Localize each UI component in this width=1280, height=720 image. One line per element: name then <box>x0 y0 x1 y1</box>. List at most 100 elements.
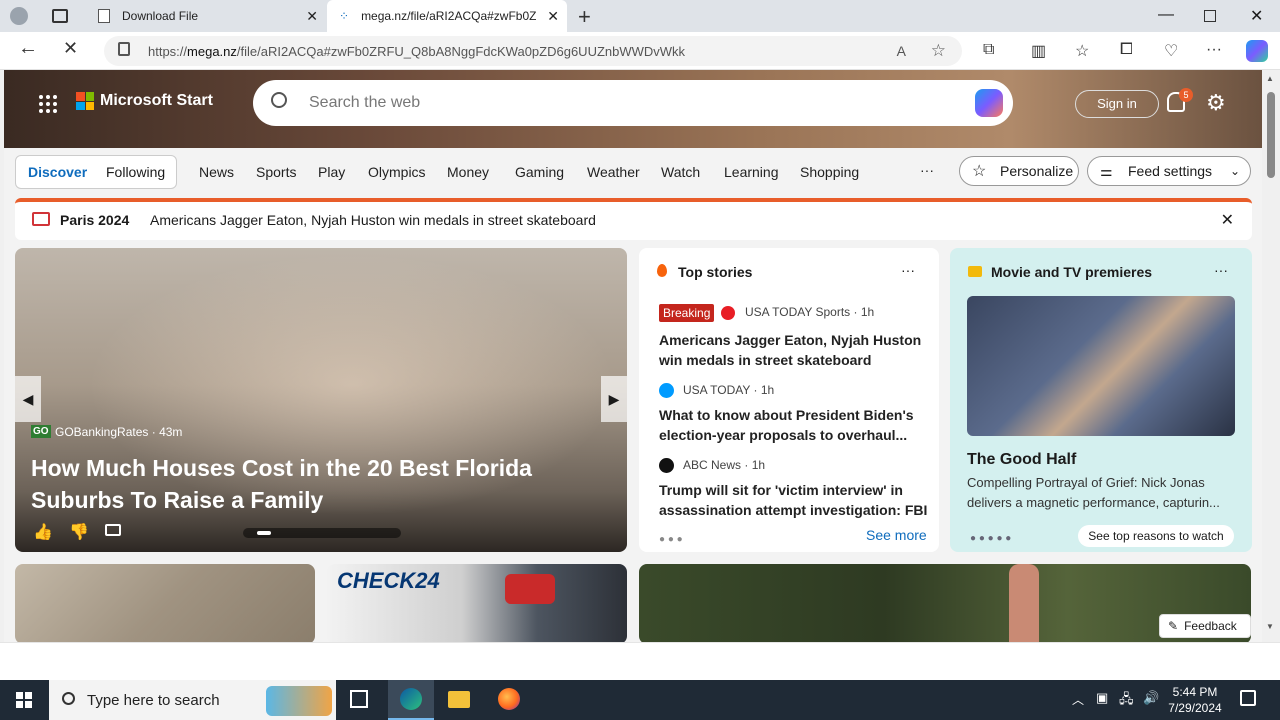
story-headline[interactable]: Americans Jagger Eaton, Nyjah Huston win … <box>659 330 921 370</box>
nav-item-shopping[interactable]: Shopping <box>800 164 859 180</box>
hero-article-card[interactable]: ◀ ▶ GO GOBankingRates · 43m How Much Hou… <box>15 248 627 552</box>
check24-ad-card[interactable]: CHECK24 <box>327 564 627 642</box>
see-more-link[interactable]: See more <box>866 527 927 543</box>
scroll-down-icon[interactable]: ▼ <box>1266 622 1274 631</box>
apps-grid-icon[interactable] <box>39 95 57 113</box>
gobankingrates-logo-icon: GO <box>31 425 51 438</box>
favorites-icon[interactable]: ☆ <box>1075 41 1089 61</box>
carousel-next-button[interactable]: ▶ <box>601 376 627 422</box>
dislike-icon[interactable]: 👎 <box>69 522 89 542</box>
notification-center-icon[interactable] <box>1240 690 1256 706</box>
premieres-heading: Movie and TV premieres <box>991 264 1153 280</box>
personalize-label: Personalize <box>1000 163 1074 179</box>
task-view-icon[interactable] <box>350 690 368 708</box>
search-icon <box>271 92 287 108</box>
profile-icon[interactable] <box>10 7 28 25</box>
story-headline[interactable]: Trump will sit for 'victim interview' in… <box>659 480 927 520</box>
windows-start-icon[interactable] <box>16 692 32 708</box>
scroll-up-icon[interactable]: ▲ <box>1266 74 1274 83</box>
nav-item-learning[interactable]: Learning <box>724 164 779 180</box>
hero-title[interactable]: How Much Houses Cost in the 20 Best Flor… <box>31 452 532 516</box>
card-more-icon[interactable]: ··· <box>1214 262 1228 278</box>
story-headline[interactable]: What to know about President Biden's elec… <box>659 405 914 445</box>
split-screen-icon[interactable]: ▥ <box>1031 41 1046 61</box>
close-tab-icon[interactable]: ✕ <box>306 8 318 25</box>
close-window-button[interactable]: ✕ <box>1250 6 1263 26</box>
comment-icon[interactable] <box>105 524 121 536</box>
page-icon <box>98 9 110 23</box>
nav-item-olympics[interactable]: Olympics <box>368 164 426 180</box>
like-icon[interactable]: 👍 <box>33 522 53 542</box>
premiere-title[interactable]: The Good Half <box>967 451 1076 469</box>
copilot-search-icon[interactable] <box>975 89 1003 117</box>
favorite-star-icon[interactable]: ☆ <box>931 41 946 61</box>
sliders-icon: ⚌ <box>1100 162 1113 179</box>
extensions-icon[interactable]: ⧉ <box>983 41 994 59</box>
stop-loading-icon[interactable]: ✕ <box>63 38 78 59</box>
rock-image-card[interactable] <box>15 564 315 642</box>
network-icon[interactable]: 🖧 <box>1119 690 1134 712</box>
back-icon[interactable]: ← <box>18 37 38 60</box>
tab-following[interactable]: Following <box>106 164 165 180</box>
chevron-down-icon: ⌄ <box>1229 164 1240 178</box>
search-icon <box>62 692 75 705</box>
feed-settings-label: Feed settings <box>1128 163 1213 179</box>
url-path: /file/aRI2ACQa#zwFb0ZRFU_Q8bA8NggFdcKWa0… <box>236 43 686 59</box>
show-hidden-icons-icon[interactable]: ︿ <box>1072 691 1084 708</box>
device-icon[interactable]: ▣ <box>1096 690 1108 706</box>
premiere-photo[interactable] <box>967 296 1235 436</box>
new-tab-button[interactable]: + <box>578 4 591 30</box>
clock-date: 7/29/2024 <box>1168 701 1222 715</box>
tab-actions-icon[interactable] <box>52 9 68 23</box>
taskbar-search-input[interactable]: Type here to search <box>49 680 336 720</box>
nav-more-icon[interactable]: ··· <box>920 162 934 178</box>
tab-discover[interactable]: Discover <box>28 164 87 180</box>
collections-icon[interactable]: ⧠ <box>1120 41 1133 59</box>
clock[interactable]: 5:44 PM 7/29/2024 <box>1162 684 1228 716</box>
nav-item-news[interactable]: News <box>199 164 234 180</box>
nav-item-watch[interactable]: Watch <box>661 164 700 180</box>
sign-in-button[interactable]: Sign in <box>1075 90 1159 118</box>
nav-item-gaming[interactable]: Gaming <box>515 164 564 180</box>
address-bar[interactable]: https://mega.nz/file/aRI2ACQa#zwFb0ZRFU_… <box>104 36 962 66</box>
tab-mega[interactable]: ⁘ mega.nz/file/aRI2ACQa#zwFb0Z... ✕ <box>327 0 567 32</box>
read-aloud-icon[interactable]: A <box>897 43 906 59</box>
personalize-button[interactable]: ☆ Personalize <box>959 156 1079 186</box>
browser-toolbar: ← ✕ https://mega.nz/file/aRI2ACQa#zwFb0Z… <box>0 32 1280 70</box>
scroll-thumb[interactable] <box>1267 92 1275 178</box>
nav-item-money[interactable]: Money <box>447 164 489 180</box>
discover-following-toggle: Discover Following <box>15 155 177 189</box>
top-stories-card: Top stories ··· Breaking USA TODAY Sport… <box>639 248 939 552</box>
maximize-button[interactable] <box>1204 10 1216 22</box>
more-menu-icon[interactable]: ··· <box>1206 41 1222 59</box>
settings-gear-icon[interactable]: ⚙ <box>1206 90 1226 116</box>
copilot-icon[interactable] <box>1246 40 1268 62</box>
breaking-alert-bar[interactable]: Paris 2024 Americans Jagger Eaton, Nyjah… <box>15 198 1252 240</box>
page-bottom-strip <box>0 642 1280 680</box>
nav-item-play[interactable]: Play <box>318 164 345 180</box>
page-scrollbar[interactable]: ▲ ▼ <box>1262 70 1280 642</box>
firefox-icon[interactable] <box>498 688 520 710</box>
nav-item-weather[interactable]: Weather <box>587 164 640 180</box>
loading-icon: ⁘ <box>339 9 350 23</box>
tab-download-file[interactable]: Download File ✕ <box>88 0 326 32</box>
brand-name: Microsoft Start <box>100 92 213 109</box>
web-search-input[interactable]: Search the web <box>253 80 1013 126</box>
edge-taskbar-button[interactable] <box>388 680 434 720</box>
close-tab-icon[interactable]: ✕ <box>547 8 559 25</box>
nav-item-sports[interactable]: Sports <box>256 164 296 180</box>
volume-icon[interactable]: 🔊 <box>1143 690 1159 706</box>
see-reasons-button[interactable]: See top reasons to watch <box>1078 525 1234 547</box>
fire-icon <box>657 264 667 277</box>
card-more-icon[interactable]: ··· <box>901 262 915 278</box>
feed-settings-button[interactable]: ⚌ Feed settings ⌄ <box>1087 156 1251 186</box>
alert-headline[interactable]: Americans Jagger Eaton, Nyjah Huston win… <box>150 212 596 228</box>
file-explorer-icon[interactable] <box>448 691 470 708</box>
minimize-button[interactable]: — <box>1158 6 1174 24</box>
feedback-button[interactable]: ✎ Feedback <box>1159 614 1251 638</box>
browser-essentials-icon[interactable]: ♡ <box>1164 41 1178 61</box>
close-alert-icon[interactable]: ✕ <box>1221 210 1234 230</box>
brand-logo[interactable]: Microsoft Start <box>76 92 213 110</box>
url-prefix: https:// <box>148 43 188 59</box>
carousel-prev-button[interactable]: ◀ <box>15 376 41 422</box>
